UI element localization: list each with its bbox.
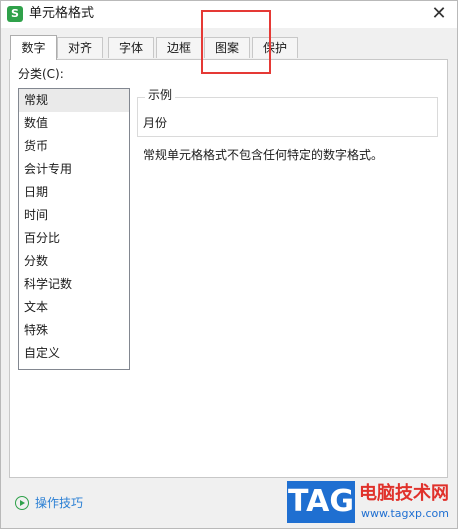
tab-font[interactable]: 字体 xyxy=(108,37,154,58)
sample-legend: 示例 xyxy=(145,87,176,103)
category-item-special[interactable]: 特殊 xyxy=(19,319,129,342)
dialog-title: 单元格格式 xyxy=(29,6,95,21)
category-label: 分类(C): xyxy=(18,67,64,81)
close-button[interactable]: ✕ xyxy=(429,4,449,24)
category-item-fraction[interactable]: 分数 xyxy=(19,250,129,273)
tab-number[interactable]: 数字 xyxy=(10,35,57,60)
category-item-time[interactable]: 时间 xyxy=(19,204,129,227)
tab-alignment[interactable]: 对齐 xyxy=(57,37,103,58)
category-item-percentage[interactable]: 百分比 xyxy=(19,227,129,250)
watermark: TAG 电脑技术网 www.tagxp.com xyxy=(287,477,455,527)
tips-link[interactable]: 操作技巧 xyxy=(35,495,83,511)
format-cells-dialog: S 单元格格式 ✕ 数字 对齐 字体 边框 图案 保护 分类(C): 常规 数值… xyxy=(0,0,458,529)
watermark-url: www.tagxp.com xyxy=(361,507,449,520)
sample-group xyxy=(137,97,438,137)
tab-border[interactable]: 边框 xyxy=(156,37,202,58)
sample-value: 月份 xyxy=(143,116,168,130)
category-item-number[interactable]: 数值 xyxy=(19,112,129,135)
category-item-general[interactable]: 常规 xyxy=(19,89,129,112)
wps-app-icon: S xyxy=(7,6,23,22)
close-icon: ✕ xyxy=(431,3,447,24)
category-item-accounting[interactable]: 会计专用 xyxy=(19,158,129,181)
title-bar: S 单元格格式 ✕ xyxy=(1,1,457,28)
category-item-text[interactable]: 文本 xyxy=(19,296,129,319)
watermark-logo: TAG xyxy=(287,481,355,523)
category-item-date[interactable]: 日期 xyxy=(19,181,129,204)
play-circle-icon[interactable] xyxy=(15,496,29,510)
category-item-currency[interactable]: 货币 xyxy=(19,135,129,158)
category-item-custom[interactable]: 自定义 xyxy=(19,342,129,365)
category-list[interactable]: 常规 数值 货币 会计专用 日期 时间 百分比 分数 科学记数 文本 特殊 自定… xyxy=(18,88,130,370)
tab-protection[interactable]: 保护 xyxy=(252,37,298,58)
category-item-scientific[interactable]: 科学记数 xyxy=(19,273,129,296)
format-description: 常规单元格格式不包含任何特定的数字格式。 xyxy=(143,148,384,162)
tab-pattern[interactable]: 图案 xyxy=(204,37,250,58)
watermark-site-name: 电脑技术网 xyxy=(359,483,449,504)
number-tab-panel: 分类(C): 常规 数值 货币 会计专用 日期 时间 百分比 分数 科学记数 文… xyxy=(9,59,448,478)
